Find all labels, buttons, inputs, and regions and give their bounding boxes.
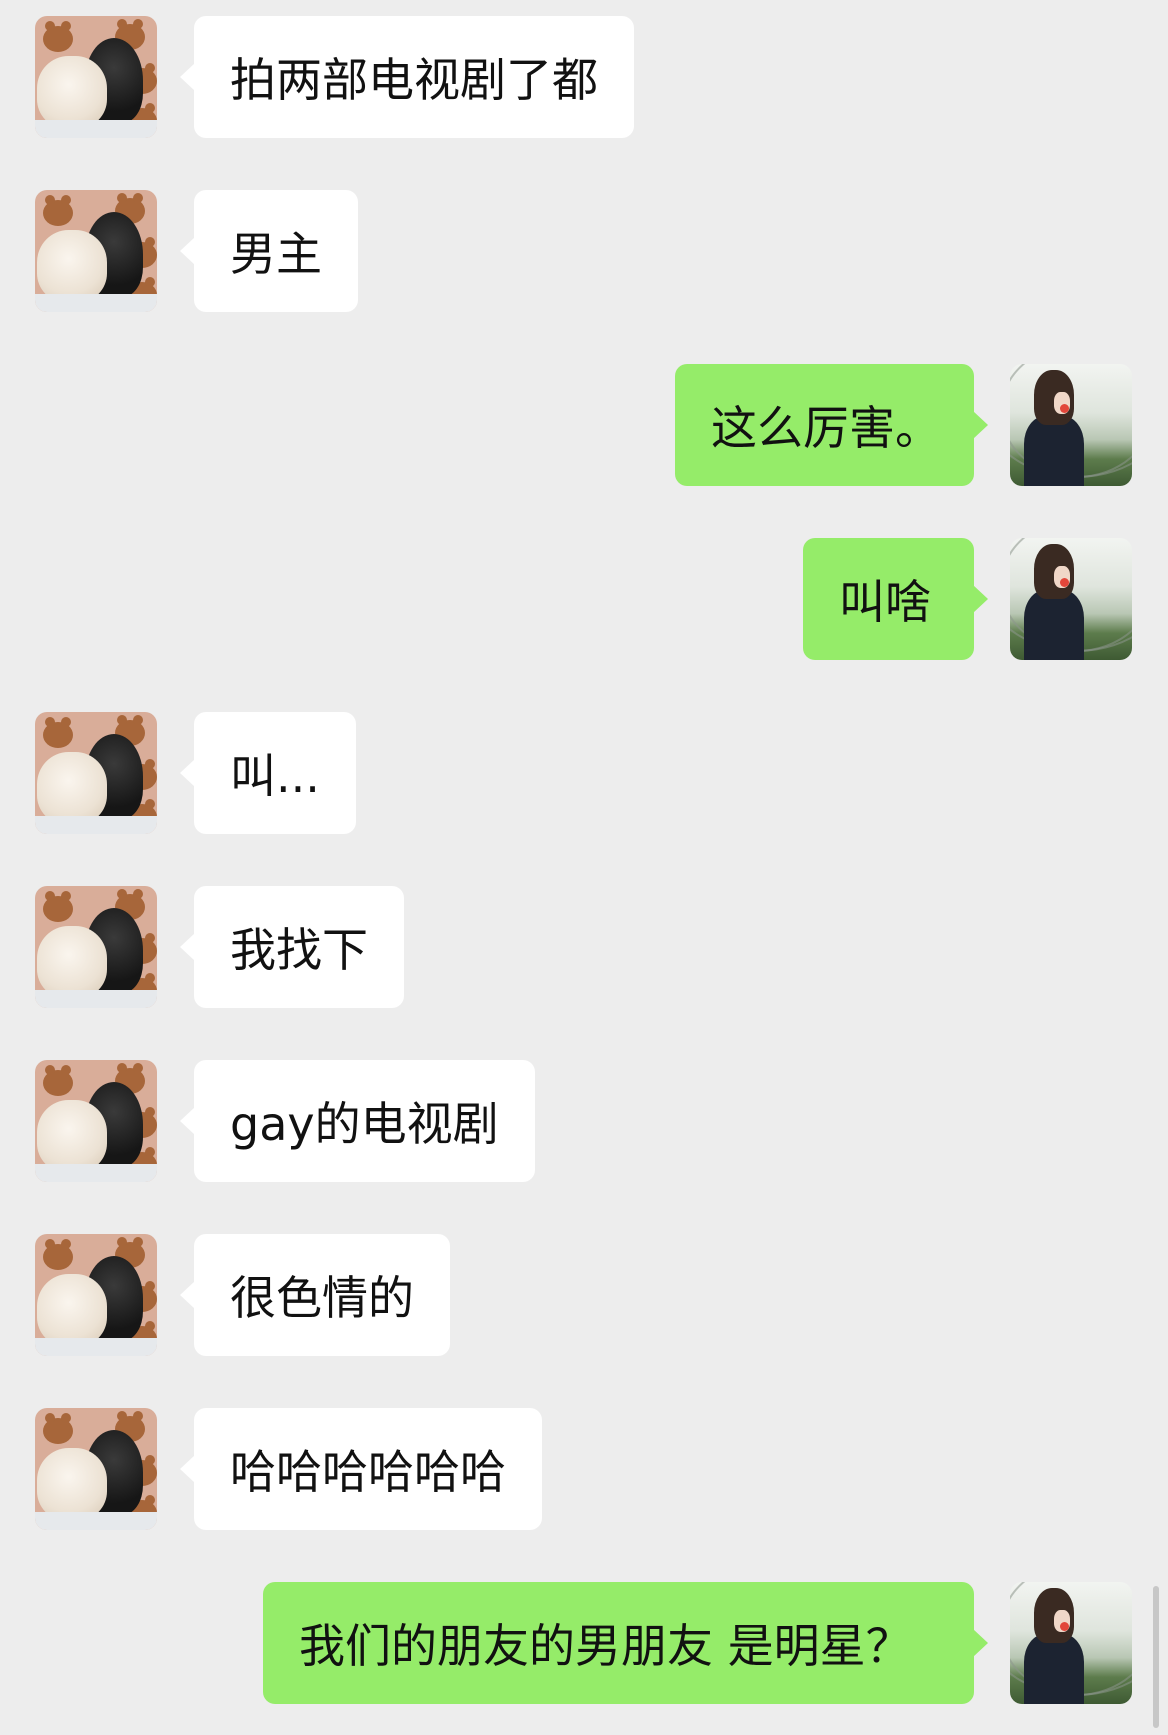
- bubble-tail: [180, 1455, 195, 1483]
- message-row: 拍两部电视剧了都: [0, 16, 1168, 138]
- contact-avatar[interactable]: [35, 16, 157, 138]
- my-avatar[interactable]: [1010, 364, 1132, 486]
- bubble-tail: [973, 1629, 988, 1657]
- bubble-tail: [973, 585, 988, 613]
- contact-avatar[interactable]: [35, 190, 157, 312]
- contact-avatar[interactable]: [35, 1408, 157, 1530]
- message-text: 我找下: [230, 923, 368, 977]
- message-bubble[interactable]: 很色情的: [194, 1234, 450, 1356]
- bubble-tail: [180, 933, 195, 961]
- message-row: 男主: [0, 190, 1168, 312]
- bubble-tail: [180, 237, 195, 265]
- message-text: 哈哈哈哈哈哈: [230, 1445, 506, 1499]
- message-row: 很色情的: [0, 1234, 1168, 1356]
- scrollbar[interactable]: [1153, 1586, 1159, 1728]
- message-text: gay的电视剧: [230, 1097, 499, 1151]
- my-avatar[interactable]: [1010, 538, 1132, 660]
- message-bubble[interactable]: 哈哈哈哈哈哈: [194, 1408, 542, 1530]
- message-row: 叫...: [0, 712, 1168, 834]
- message-row: 叫啥: [0, 538, 1168, 660]
- bubble-tail: [180, 1107, 195, 1135]
- message-text: 这么厉害。: [711, 401, 941, 455]
- contact-avatar[interactable]: [35, 712, 157, 834]
- message-bubble[interactable]: 男主: [194, 190, 358, 312]
- bubble-tail: [973, 411, 988, 439]
- message-bubble[interactable]: gay的电视剧: [194, 1060, 535, 1182]
- message-row: 哈哈哈哈哈哈: [0, 1408, 1168, 1530]
- message-bubble[interactable]: 拍两部电视剧了都: [194, 16, 634, 138]
- message-bubble[interactable]: 我找下: [194, 886, 404, 1008]
- message-text: 我们的朋友的男朋友 是明星？: [299, 1619, 912, 1673]
- message-bubble[interactable]: 我们的朋友的男朋友 是明星？: [263, 1582, 974, 1704]
- bubble-tail: [180, 759, 195, 787]
- message-row: 我们的朋友的男朋友 是明星？: [0, 1582, 1168, 1704]
- message-text: 男主: [230, 227, 322, 281]
- message-bubble[interactable]: 叫...: [194, 712, 356, 834]
- bubble-tail: [180, 63, 195, 91]
- message-row: gay的电视剧: [0, 1060, 1168, 1182]
- message-row: 这么厉害。: [0, 364, 1168, 486]
- message-text: 叫...: [230, 749, 320, 803]
- contact-avatar[interactable]: [35, 886, 157, 1008]
- message-text: 很色情的: [230, 1271, 414, 1325]
- my-avatar[interactable]: [1010, 1582, 1132, 1704]
- message-bubble[interactable]: 叫啥: [803, 538, 974, 660]
- contact-avatar[interactable]: [35, 1234, 157, 1356]
- bubble-tail: [180, 1281, 195, 1309]
- message-row: 我找下: [0, 886, 1168, 1008]
- message-text: 拍两部电视剧了都: [230, 53, 598, 107]
- chat-message-list[interactable]: 拍两部电视剧了都 男主 这么厉害。 叫啥 叫... 我找下 gay的电视剧 很色…: [0, 0, 1168, 1735]
- message-text: 叫啥: [839, 575, 931, 629]
- message-bubble[interactable]: 这么厉害。: [675, 364, 974, 486]
- contact-avatar[interactable]: [35, 1060, 157, 1182]
